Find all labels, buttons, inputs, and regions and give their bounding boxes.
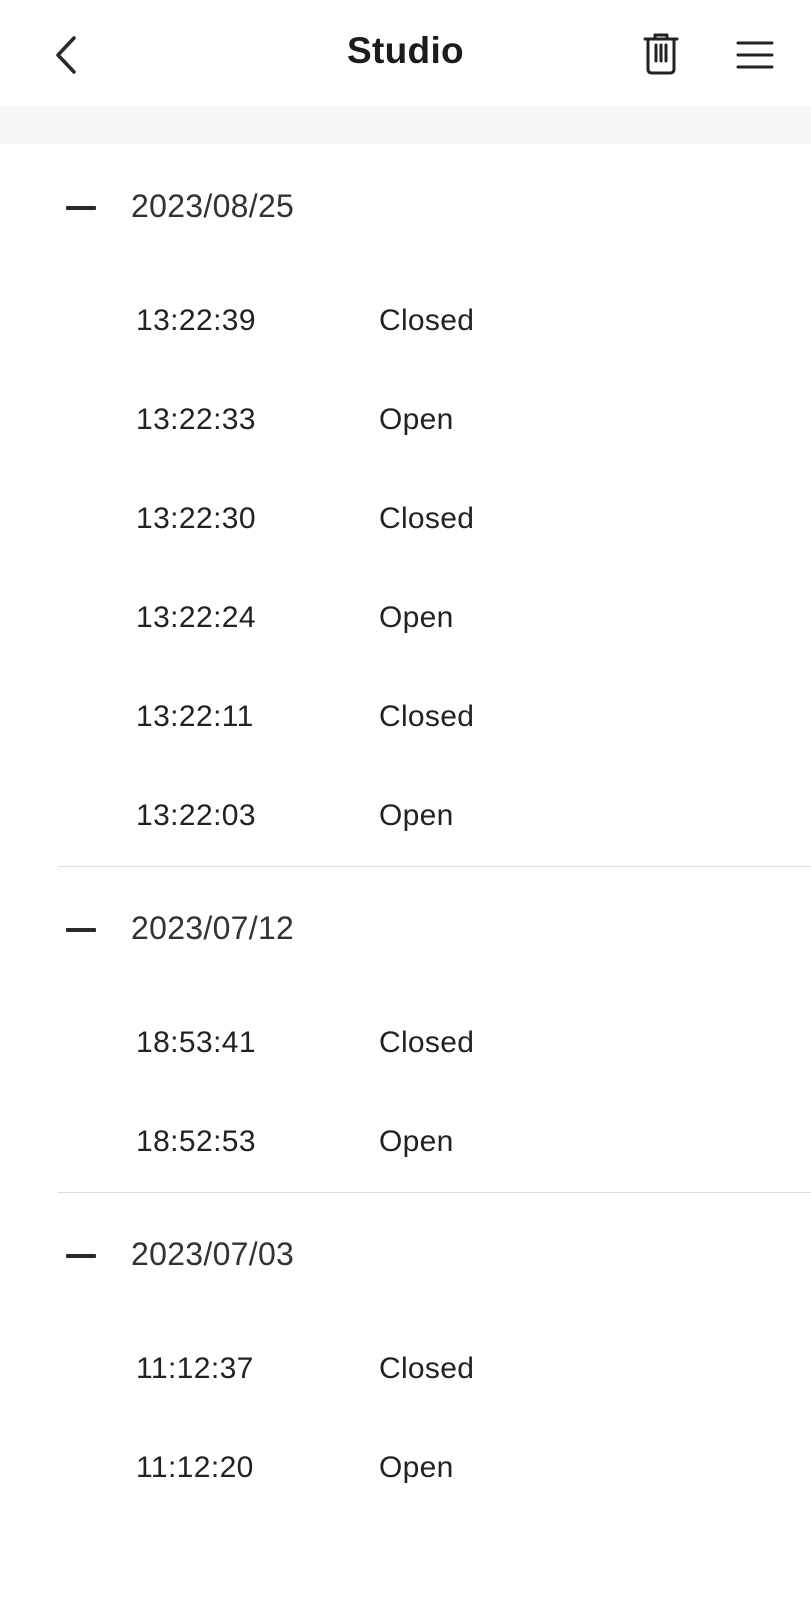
- date-label: 2023/07/12: [131, 910, 295, 946]
- event-status: Open: [379, 799, 454, 832]
- event-status: Closed: [379, 1352, 475, 1385]
- minus-icon[interactable]: [66, 1254, 96, 1258]
- event-time: 13:22:03: [136, 799, 256, 832]
- event-status: Open: [379, 403, 454, 436]
- event-time: 18:52:53: [136, 1125, 256, 1158]
- list-item: 13:22:33 Open: [0, 372, 811, 471]
- app-screen: Studio 2023/08/25 13:22:39 Closed 13:22:…: [0, 0, 811, 1600]
- list-item: 11:12:37 Closed: [0, 1321, 811, 1420]
- date-label: 2023/07/03: [131, 1236, 295, 1272]
- minus-icon[interactable]: [66, 928, 96, 932]
- group-divider: [58, 1192, 811, 1193]
- list-item: 13:22:39 Closed: [0, 273, 811, 372]
- event-time: 13:22:33: [136, 403, 256, 436]
- date-label: 2023/08/25: [131, 188, 295, 224]
- trash-icon: [643, 33, 679, 75]
- list-item: 18:52:53 Open: [0, 1094, 811, 1193]
- list-item: 13:22:24 Open: [0, 570, 811, 669]
- event-time: 13:22:11: [136, 700, 254, 733]
- group-divider: [58, 866, 811, 867]
- list-item: 13:22:03 Open: [0, 768, 811, 867]
- event-time: 18:53:41: [136, 1026, 256, 1059]
- minus-icon[interactable]: [66, 206, 96, 210]
- event-status: Closed: [379, 700, 475, 733]
- list-item: 13:22:30 Closed: [0, 471, 811, 570]
- event-status: Open: [379, 601, 454, 634]
- hamburger-menu-icon: [736, 41, 774, 69]
- list-item: 11:12:20 Open: [0, 1420, 811, 1519]
- event-status: Closed: [379, 502, 475, 535]
- header-separator-band: [0, 106, 811, 144]
- event-time: 13:22:24: [136, 601, 256, 634]
- event-status: Closed: [379, 1026, 475, 1059]
- top-app-bar: Studio: [0, 0, 811, 106]
- event-time: 13:22:39: [136, 304, 256, 337]
- delete-button[interactable]: [636, 30, 686, 80]
- event-status: Open: [379, 1451, 454, 1484]
- event-status: Closed: [379, 304, 475, 337]
- date-group-header[interactable]: 2023/07/12: [0, 880, 811, 980]
- menu-button[interactable]: [730, 30, 780, 80]
- page-title: Studio: [347, 30, 464, 71]
- event-status: Open: [379, 1125, 454, 1158]
- date-group-header[interactable]: 2023/08/25: [0, 158, 811, 258]
- list-item: 13:22:11 Closed: [0, 669, 811, 768]
- event-time: 13:22:30: [136, 502, 256, 535]
- date-group-header[interactable]: 2023/07/03: [0, 1206, 811, 1306]
- list-item: 18:53:41 Closed: [0, 995, 811, 1094]
- event-time: 11:12:20: [136, 1451, 254, 1484]
- event-time: 11:12:37: [136, 1352, 254, 1385]
